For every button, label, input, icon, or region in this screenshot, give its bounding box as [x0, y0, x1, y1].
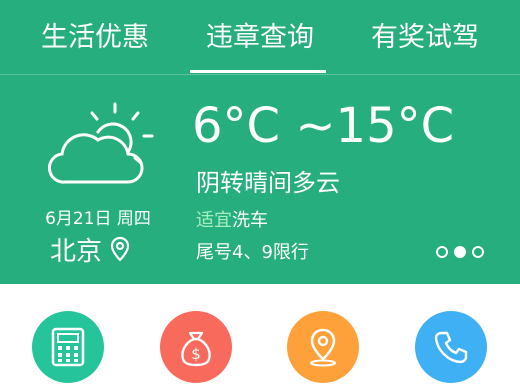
active-tab-indicator — [190, 70, 326, 73]
car-wash-rating: 适宜 — [196, 210, 232, 231]
tab-test-drive[interactable]: 有奖试驾 — [350, 18, 500, 58]
temperature-range: 6°C ~15°C — [192, 98, 455, 154]
pager-dot-2[interactable] — [454, 246, 466, 258]
location-button[interactable] — [287, 311, 359, 383]
svg-text:$: $ — [191, 345, 201, 363]
phone-icon — [434, 331, 468, 364]
partly-cloudy-icon — [47, 102, 154, 184]
location-pin-icon — [110, 236, 130, 262]
tab-bar: 生活优惠 违章查询 有奖试驾 — [0, 0, 520, 74]
map-pin-icon — [310, 328, 336, 367]
car-wash-index: 适宜洗车 — [196, 206, 268, 232]
pager-dot-1[interactable] — [436, 246, 448, 258]
weather-header: 生活优惠 违章查询 有奖试驾 6月21日 周四 北京 6°C ~15°C 阴转晴… — [0, 0, 520, 284]
header-divider — [0, 74, 520, 75]
calculator-icon — [51, 327, 85, 367]
city-selector[interactable]: 北京 — [50, 232, 130, 267]
weather-condition: 阴转晴间多云 — [196, 169, 340, 197]
weather-date: 6月21日 周四 — [45, 209, 151, 229]
tab-violation-query[interactable]: 违章查询 — [185, 18, 335, 58]
car-wash-label: 洗车 — [232, 210, 268, 231]
city-name: 北京 — [50, 236, 103, 267]
calculator-button[interactable] — [32, 311, 104, 383]
phone-button[interactable] — [415, 311, 487, 383]
pager-dot-3[interactable] — [472, 246, 484, 258]
tab-life-deals[interactable]: 生活优惠 — [20, 18, 170, 58]
pager-dots — [436, 246, 484, 258]
finance-button[interactable]: $ — [160, 311, 232, 383]
plate-restriction: 尾号4、9限行 — [196, 242, 309, 263]
money-bag-icon: $ — [181, 331, 211, 367]
